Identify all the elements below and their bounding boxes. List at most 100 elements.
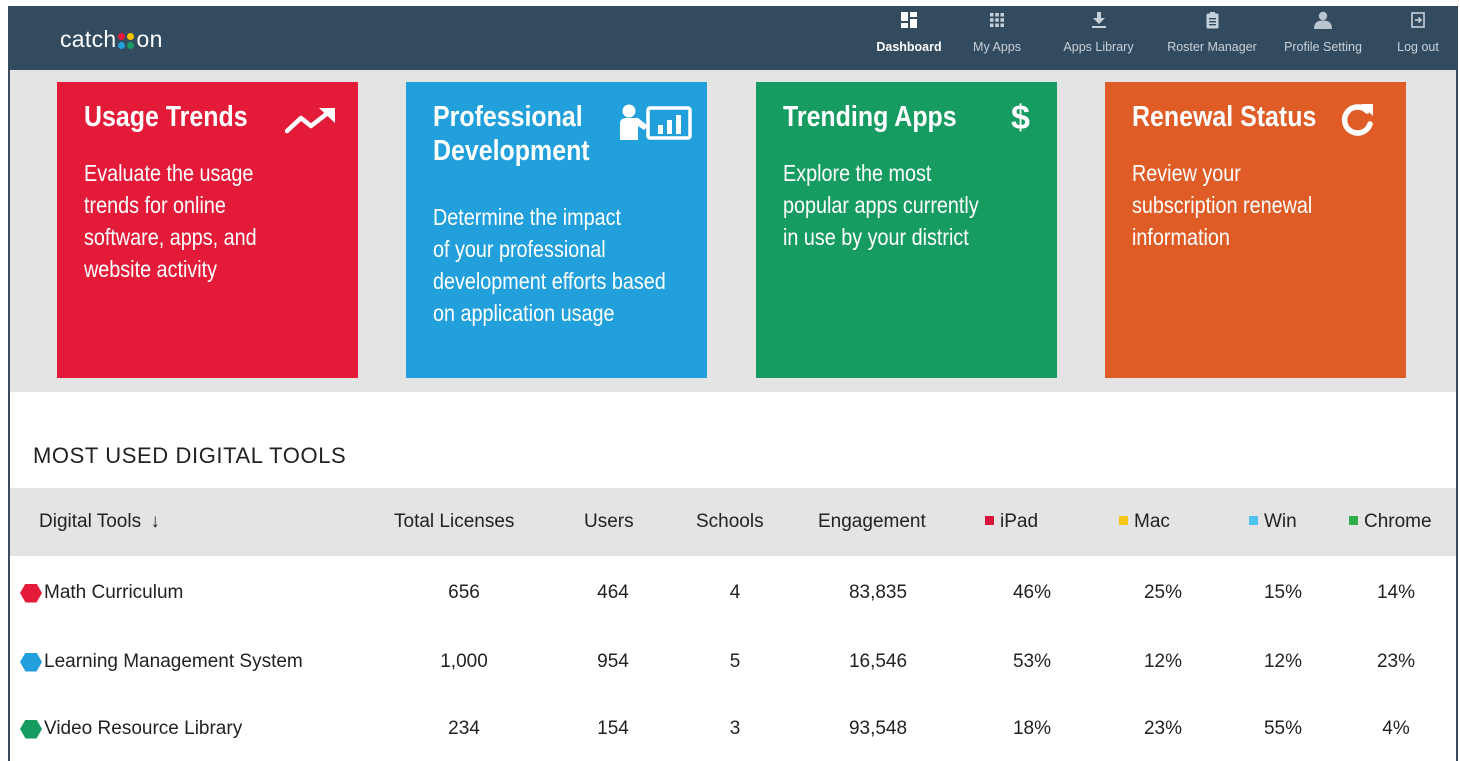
sort-arrow-down-icon[interactable]: ↓ bbox=[150, 511, 160, 532]
card-description-line: subscription renewal bbox=[1132, 192, 1313, 218]
card-description-line: trends for online bbox=[84, 192, 226, 218]
nav-roster-manager[interactable]: Roster Manager bbox=[1156, 6, 1268, 70]
nav-label: Roster Manager bbox=[1167, 40, 1257, 54]
chrome-cell: 4% bbox=[1382, 718, 1410, 739]
usage-trends-card[interactable]: Usage Trends Evaluate the usage trends f… bbox=[57, 82, 358, 378]
hexagon-icon bbox=[20, 652, 42, 672]
catchon-logo[interactable]: catch on bbox=[60, 26, 163, 53]
nav-my-apps[interactable]: My Apps bbox=[953, 6, 1041, 70]
column-header-ipad[interactable]: iPad bbox=[985, 511, 1038, 533]
column-header-label: Chrome bbox=[1364, 511, 1432, 532]
refresh-icon bbox=[1341, 104, 1373, 136]
card-title: Renewal Status bbox=[1132, 101, 1317, 133]
nav-label: Apps Library bbox=[1063, 40, 1134, 54]
ipad-cell: 46% bbox=[1012, 582, 1052, 603]
tool-name: Learning Management System bbox=[44, 651, 303, 672]
ipad-cell: 18% bbox=[1012, 718, 1052, 739]
tool-name: Video Resource Library bbox=[44, 718, 243, 739]
licenses-cell: 656 bbox=[448, 582, 480, 603]
users-cell: 954 bbox=[597, 651, 629, 672]
nav-apps-library[interactable]: Apps Library bbox=[1041, 6, 1156, 70]
win-cell: 15% bbox=[1263, 582, 1303, 603]
engagement-cell: 16,546 bbox=[848, 651, 908, 672]
chrome-legend-swatch bbox=[1349, 516, 1358, 525]
nav-label: My Apps bbox=[973, 40, 1021, 54]
card-title: Usage Trends bbox=[84, 101, 248, 133]
top-navigation-bar: catch on Dashboard My Apps Apps Library bbox=[8, 6, 1458, 70]
card-description-line: in use by your district bbox=[783, 224, 969, 250]
table-row[interactable]: Math Curriculum 656 464 4 83,835 46% 25%… bbox=[10, 570, 1456, 622]
tool-name: Math Curriculum bbox=[44, 582, 184, 603]
column-header-label: Win bbox=[1264, 511, 1297, 532]
nav-label: Dashboard bbox=[876, 40, 942, 54]
presentation-chart-icon bbox=[620, 104, 692, 140]
tool-name-cell[interactable]: Learning Management System bbox=[20, 651, 303, 673]
engagement-cell: 83,835 bbox=[848, 582, 908, 603]
win-cell: 55% bbox=[1263, 718, 1303, 739]
schools-cell: 3 bbox=[729, 718, 741, 739]
tool-name-cell[interactable]: Video Resource Library bbox=[20, 718, 242, 740]
clipboard-icon bbox=[1203, 11, 1221, 29]
card-description-line: on application usage bbox=[433, 300, 615, 326]
column-header-digital-tools[interactable]: Digital Tools ↓ bbox=[39, 511, 160, 533]
engagement-cell: 93,548 bbox=[848, 718, 908, 739]
column-header-label: Digital Tools bbox=[39, 511, 142, 532]
table-row[interactable]: Video Resource Library 234 154 3 93,548 … bbox=[10, 706, 1456, 758]
trend-up-icon bbox=[285, 108, 335, 134]
card-description-line: Evaluate the usage bbox=[84, 160, 254, 186]
column-header-total-licenses[interactable]: Total Licenses bbox=[394, 511, 514, 533]
card-description-line: development efforts based bbox=[433, 268, 666, 294]
hexagon-icon bbox=[20, 583, 42, 603]
card-title-line: Professional bbox=[433, 101, 583, 133]
chrome-cell: 23% bbox=[1376, 651, 1416, 672]
card-description-line: software, apps, and bbox=[84, 224, 257, 250]
column-header-mac[interactable]: Mac bbox=[1119, 511, 1170, 533]
licenses-cell: 1,000 bbox=[440, 651, 488, 672]
ipad-cell: 53% bbox=[1012, 651, 1052, 672]
dollar-icon: $ bbox=[1011, 99, 1030, 137]
nav-label: Log out bbox=[1397, 40, 1439, 54]
schools-cell: 5 bbox=[729, 651, 741, 672]
column-header-win[interactable]: Win bbox=[1249, 511, 1297, 533]
logout-icon bbox=[1409, 11, 1427, 29]
logo-dots-icon bbox=[118, 32, 135, 49]
column-header-engagement[interactable]: Engagement bbox=[818, 511, 926, 533]
card-description-line: information bbox=[1132, 224, 1230, 250]
card-title: Trending Apps bbox=[783, 101, 957, 133]
dashboard-icon bbox=[900, 11, 918, 29]
win-legend-swatch bbox=[1249, 516, 1258, 525]
download-icon bbox=[1090, 11, 1108, 29]
nav-label: Profile Setting bbox=[1284, 40, 1362, 54]
logo-text-left: catch bbox=[60, 26, 117, 52]
nav-log-out[interactable]: Log out bbox=[1378, 6, 1458, 70]
nav-profile-setting[interactable]: Profile Setting bbox=[1268, 6, 1378, 70]
table-header: Digital Tools ↓ Total Licenses Users Sch… bbox=[10, 488, 1456, 556]
mac-legend-swatch bbox=[1119, 516, 1128, 525]
table-row[interactable]: Learning Management System 1,000 954 5 1… bbox=[10, 639, 1456, 691]
professional-development-card[interactable]: Professional Development Determine the i… bbox=[406, 82, 707, 378]
schools-cell: 4 bbox=[729, 582, 741, 603]
card-description-line: website activity bbox=[84, 256, 218, 282]
column-header-chrome[interactable]: Chrome bbox=[1349, 511, 1432, 533]
nav-dashboard[interactable]: Dashboard bbox=[865, 6, 953, 70]
licenses-cell: 234 bbox=[448, 718, 480, 739]
mac-cell: 25% bbox=[1143, 582, 1183, 603]
users-cell: 154 bbox=[597, 718, 629, 739]
user-icon bbox=[1314, 11, 1332, 29]
card-description-line: Review your bbox=[1132, 160, 1241, 186]
renewal-status-card[interactable]: Renewal Status Review your subscription … bbox=[1105, 82, 1406, 378]
column-header-schools[interactable]: Schools bbox=[696, 511, 764, 533]
card-description-line: of your professional bbox=[433, 236, 606, 262]
card-description-line: Determine the impact bbox=[433, 204, 621, 230]
trending-apps-card[interactable]: Trending Apps $ Explore the most popular… bbox=[756, 82, 1057, 378]
card-title-line: Development bbox=[433, 135, 590, 167]
column-header-label: iPad bbox=[1000, 511, 1039, 532]
hexagon-icon bbox=[20, 719, 42, 739]
tool-name-cell[interactable]: Math Curriculum bbox=[20, 582, 183, 604]
users-cell: 464 bbox=[597, 582, 629, 603]
column-header-users[interactable]: Users bbox=[584, 511, 634, 533]
chrome-cell: 14% bbox=[1376, 582, 1416, 603]
logo-text-right: on bbox=[136, 26, 163, 52]
column-header-label: Mac bbox=[1134, 511, 1170, 532]
ipad-legend-swatch bbox=[985, 516, 994, 525]
